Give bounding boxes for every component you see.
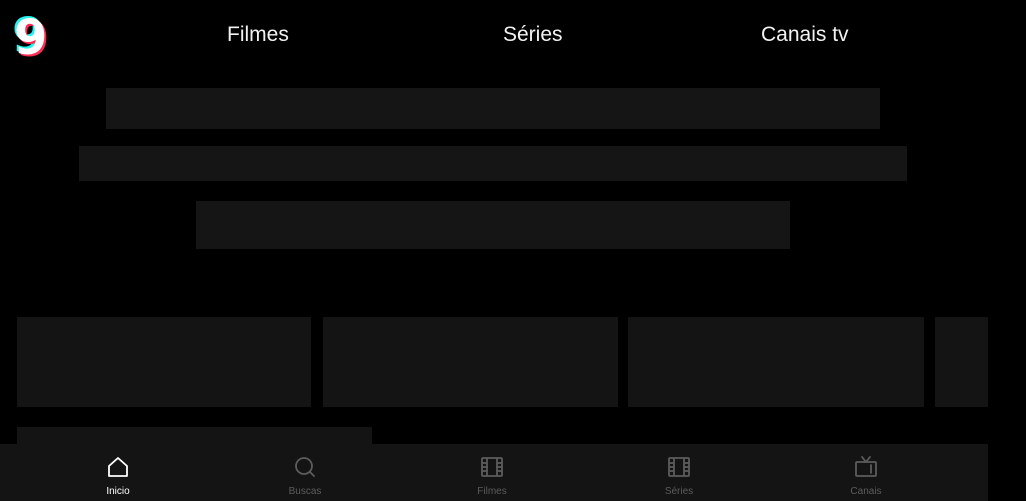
tv-icon — [855, 456, 877, 477]
skeleton-line-1 — [106, 88, 880, 129]
skeleton-line-2 — [79, 146, 907, 181]
content-card[interactable] — [935, 317, 988, 407]
bottom-nav-label: Séries — [664, 486, 694, 497]
app-logo[interactable]: 9 9 9 — [10, 9, 54, 61]
search-icon — [295, 457, 315, 477]
nav-series[interactable]: Séries — [503, 22, 563, 48]
bottom-nav-label: Canais — [850, 486, 882, 497]
bottom-nav-inicio[interactable]: Inicio — [78, 444, 158, 501]
skeleton-line-3 — [196, 201, 790, 249]
bottom-nav-label: Filmes — [477, 486, 507, 497]
bottom-nav-label: Buscas — [288, 486, 322, 497]
home-icon — [108, 457, 128, 477]
bottom-nav-canais[interactable]: Canais — [826, 444, 906, 501]
bottom-nav-bar: Inicio Buscas Filmes Séries Canais — [0, 444, 988, 501]
nav-canais-tv[interactable]: Canais tv — [761, 22, 849, 48]
nav-filmes[interactable]: Filmes — [227, 22, 289, 48]
content-card[interactable] — [17, 317, 311, 407]
bottom-nav-series[interactable]: Séries — [639, 444, 719, 501]
content-card[interactable] — [628, 317, 924, 407]
film-icon — [668, 457, 690, 477]
bottom-nav-label: Inicio — [106, 486, 130, 497]
bottom-nav-filmes[interactable]: Filmes — [452, 444, 532, 501]
bottom-nav-buscas[interactable]: Buscas — [265, 444, 345, 501]
film-icon — [481, 457, 503, 477]
logo-glyph: 9 — [14, 10, 47, 61]
content-card[interactable] — [323, 317, 618, 407]
